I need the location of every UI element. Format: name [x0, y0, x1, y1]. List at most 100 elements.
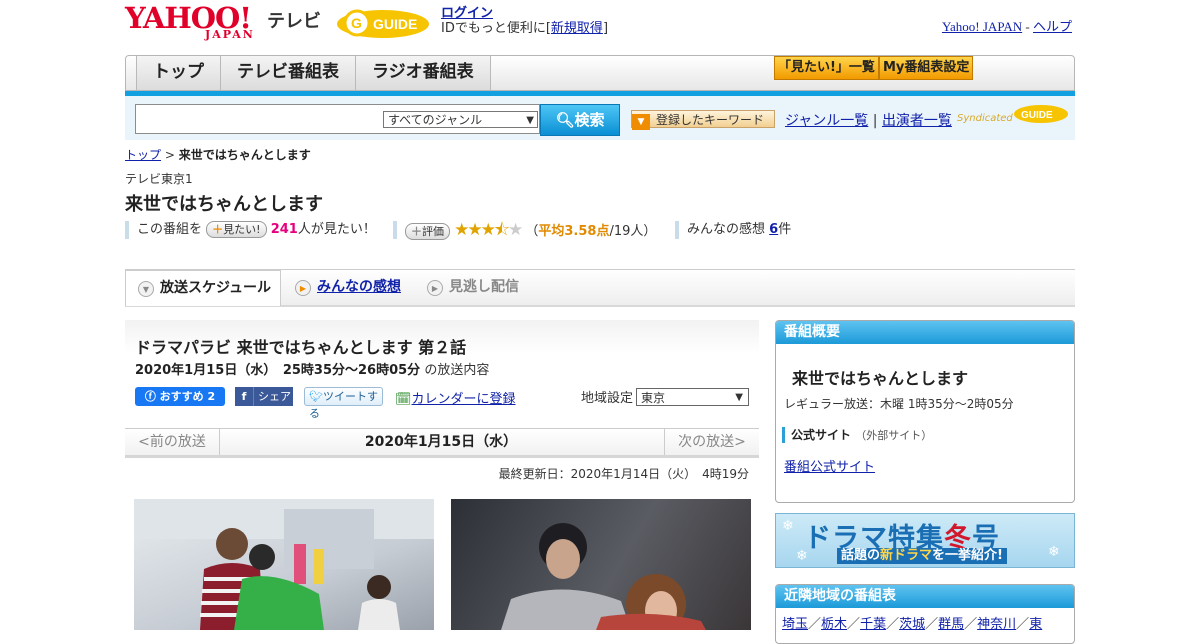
search-bar: すべてのジャンル ▼ 🔍︎検索 ▼ 登録したキーワード ジャンル一覧 | 出演者一… [125, 96, 1075, 140]
svg-text:G: G [351, 15, 362, 31]
signup-link[interactable]: 新規取得 [551, 21, 603, 36]
next-broadcast-button[interactable]: 次の放送> [664, 429, 759, 455]
drama-winter-banner[interactable]: ❄ ❄ ❄ ドラマ特集冬号 話題の新ドラマを一挙紹介! [775, 513, 1075, 568]
tab-catchup[interactable]: ▶ 見逃し配信 [415, 270, 519, 306]
impressions-pre: みんなの感想 [687, 222, 766, 237]
plus-icon: ＋ [212, 223, 224, 236]
impressions-post: 件 [778, 222, 792, 237]
genre-list-link[interactable]: ジャンル一覧 [785, 113, 868, 129]
search-button[interactable]: 🔍︎検索 [540, 104, 620, 136]
calendar-register-link[interactable]: カレンダーに登録 [412, 392, 516, 407]
calendar-register[interactable]: 🗓︎カレンダーに登録 [395, 388, 516, 407]
episode-datetime-post: の放送内容 [424, 363, 490, 378]
tab-schedule[interactable]: ▼ 放送スケジュール [125, 270, 281, 306]
rating-average: 平均3.58点 [538, 224, 610, 239]
breadcrumb-sep: > [164, 148, 175, 162]
nav-tab-tv[interactable]: テレビ番組表 [221, 56, 356, 90]
official-site-note: （外部サイト） [855, 429, 933, 442]
nav-tab-radio[interactable]: ラジオ番組表 [356, 56, 491, 90]
program-stats: この番組を ＋見たい! 241人が見たい！ ＋評価 ★★★⯪★ （平均3.58点… [125, 221, 1075, 241]
program-subtabs: ▼ 放送スケジュール ▶ みんなの感想 ▶ 見逃し配信 [125, 269, 1075, 307]
login-link[interactable]: ログイン [441, 6, 493, 21]
rate-button[interactable]: ＋評価 [405, 223, 450, 240]
prev-broadcast-button[interactable]: <前の放送 [125, 429, 220, 455]
site-header: YAHOO! JAPAN テレビ G GUIDE ログイン IDでもっと便利に[… [125, 0, 1075, 52]
tab-catchup-label: 見逃し配信 [449, 279, 519, 295]
official-site-label: 公式サイト （外部サイト） [782, 427, 932, 443]
regular-broadcast: レギュラー放送：木曜 1時35分～2時05分 [784, 397, 1014, 411]
genre-select[interactable]: すべてのジャンル ▼ [383, 111, 538, 128]
photo-1-scene [134, 499, 434, 630]
facebook-recommend-button[interactable]: ⓕ おすすめ 2 [135, 387, 225, 406]
banner-sub-3: を一挙紹介! [932, 548, 1003, 563]
episode-header: ドラマパラビ 来世ではちゃんとします 第２話 2020年1月15日（水） 25時… [125, 320, 759, 420]
performer-list-link[interactable]: 出演者一覧 [882, 113, 952, 129]
genre-select-value: すべてのジャンル [388, 113, 483, 127]
main-nav: トップ テレビ番組表 ラジオ番組表 「見たい!」一覧 My番組表設定 [125, 55, 1075, 91]
episode-datetime: 2020年1月15日（水） 25時35分～26時05分 [135, 363, 421, 378]
tab-impressions[interactable]: ▶ みんなの感想 [283, 270, 401, 306]
gguide-small-logo: GUIDE [1014, 105, 1068, 123]
gguide-logo[interactable]: G GUIDE [335, 6, 431, 40]
broadcast-date-nav: <前の放送 2020年1月15日（水） 次の放送> [125, 428, 759, 458]
twitter-bird-icon: 🐦︎ [309, 390, 323, 403]
mitai-button[interactable]: ＋見たい! [206, 221, 267, 238]
banner-sub-2: 新ドラマ [880, 548, 933, 563]
facebook-share-button[interactable]: f シェア [235, 387, 293, 406]
last-updated: 最終更新日：2020年1月14日（火） 4時19分 [498, 467, 749, 481]
rating-stars: ★★★⯪★ [454, 220, 523, 240]
rating-open: （ [525, 224, 539, 239]
nearby-region-heading: 近隣地域の番組表 [776, 585, 1074, 608]
episode-photo-1[interactable] [134, 499, 434, 630]
login-hint: IDでもっと便利に[ [441, 21, 551, 36]
plus-icon: ＋ [411, 225, 422, 238]
mitai-button-label: 見たい! [223, 223, 261, 236]
overview-title: 来世ではちゃんとします [792, 369, 969, 388]
tv-label[interactable]: テレビ [267, 7, 321, 33]
login-hint-end: ] [602, 21, 609, 36]
banner-sub-1: 話題の [841, 548, 881, 563]
half-star-icon: ⯪ [493, 220, 510, 240]
yahoo-japan-link[interactable]: Yahoo! JAPAN [942, 19, 1022, 34]
region-setting: 地域設定 東京 ▼ [581, 387, 749, 406]
syndicated-label: Syndicated [957, 113, 1013, 124]
impressions-stat: みんなの感想 6件 [675, 221, 791, 239]
nav-tab-top[interactable]: トップ [136, 56, 221, 90]
episode-datetime-line: 2020年1月15日（水） 25時35分～26時05分 の放送内容 [135, 359, 489, 378]
chevron-down-icon: ▼ [526, 115, 534, 126]
login-area: ログイン IDでもっと便利に[新規取得] [441, 6, 608, 36]
svg-text:GUIDE: GUIDE [1021, 110, 1053, 121]
nearby-region-links: 埼玉／栃木／千葉／茨城／群馬／神奈川／東 [782, 617, 1043, 632]
search-links: ジャンル一覧 | 出演者一覧 [785, 110, 952, 130]
mitai-count: 241 [270, 222, 298, 237]
mitai-list-button[interactable]: 「見たい!」一覧 [774, 56, 879, 80]
mitai-stat: この番組を ＋見たい! 241人が見たい！ [125, 221, 376, 239]
impressions-count-link[interactable]: 6 [769, 222, 778, 237]
header-links: Yahoo! JAPAN - ヘルプ [942, 16, 1072, 35]
my-schedule-button[interactable]: My番組表設定 [878, 56, 974, 80]
facebook-icon: ⓕ [144, 390, 160, 403]
region-value: 東京 [641, 391, 666, 405]
keyword-button[interactable]: ▼ 登録したキーワード [631, 110, 775, 130]
chevron-down-icon: ▼ [735, 392, 743, 403]
tab-impressions-label[interactable]: みんなの感想 [317, 279, 401, 295]
facebook-f-icon: f [235, 387, 254, 406]
chevron-right-circle-icon: ▶ [295, 280, 311, 296]
header-sep: - [1025, 19, 1030, 34]
help-link[interactable]: ヘルプ [1033, 19, 1072, 34]
official-site-link[interactable]: 番組公式サイト [784, 456, 875, 475]
episode-photo-2[interactable] [451, 499, 751, 630]
snowflake-icon: ❄ [1048, 544, 1060, 560]
tweet-button[interactable]: 🐦︎ツイートする [304, 387, 383, 420]
chevron-down-circle-icon: ▼ [138, 281, 154, 297]
facebook-recommend-label: おすすめ 2 [159, 390, 216, 403]
breadcrumb: トップ > 来世ではちゃんとします [125, 146, 311, 163]
region-select[interactable]: 東京 ▼ [636, 388, 749, 406]
program-overview-box: 番組概要 来世ではちゃんとします レギュラー放送：木曜 1時35分～2時05分 … [775, 320, 1075, 503]
photo-2-scene [501, 523, 706, 630]
breadcrumb-top[interactable]: トップ [125, 148, 161, 162]
official-site-title: 公式サイト [791, 428, 852, 442]
program-overview-heading: 番組概要 [776, 321, 1074, 344]
tab-schedule-label: 放送スケジュール [160, 280, 272, 296]
search-links-divider: | [872, 113, 878, 129]
